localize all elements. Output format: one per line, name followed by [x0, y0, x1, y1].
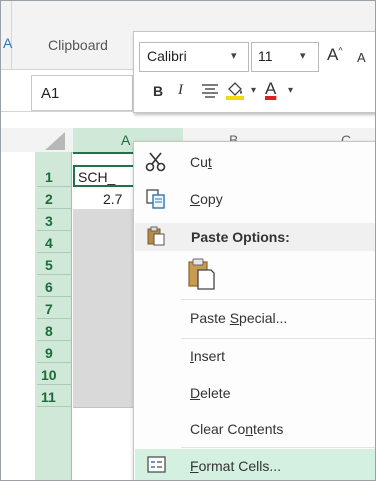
clipboard-paste-icon[interactable]: [187, 257, 215, 291]
menu-item-insert-label: Insert: [190, 348, 226, 364]
row-header-3[interactable]: 3: [37, 209, 71, 231]
paste-options-label: Paste Options:: [191, 229, 290, 245]
menu-separator: [181, 299, 375, 300]
font-size-value: 11: [258, 48, 273, 64]
italic-button[interactable]: I: [178, 82, 183, 99]
font-name-dropdown-icon[interactable]: ▾: [231, 49, 237, 62]
bold-button[interactable]: B: [153, 83, 163, 99]
select-all-corner[interactable]: [45, 132, 65, 150]
menu-item-copy-label: Copy: [190, 191, 223, 207]
row-header-8[interactable]: 8: [37, 319, 71, 341]
row-header-1[interactable]: 1: [37, 165, 71, 187]
column-a-label: A: [121, 132, 131, 148]
scissors-icon: [145, 152, 166, 172]
row-header-9[interactable]: 9: [37, 341, 71, 363]
ribbon-left-letter: A: [3, 35, 13, 51]
menu-separator: [181, 338, 375, 339]
name-box-value: A1: [41, 85, 60, 102]
row-header-6[interactable]: 6: [37, 275, 71, 297]
font-name-value: Calibri: [147, 48, 187, 64]
row-header-4[interactable]: 4: [37, 231, 71, 253]
row-header-2[interactable]: 2: [37, 187, 71, 209]
row-header-10[interactable]: 10: [37, 363, 71, 385]
copy-icon: [146, 189, 165, 209]
fill-color-dropdown-icon[interactable]: ▾: [251, 85, 256, 96]
font-size-dropdown-icon[interactable]: ▾: [300, 49, 306, 62]
menu-item-paste-special-label: Paste Special...: [190, 310, 288, 326]
format-cells-icon: [147, 456, 166, 473]
menu-item-copy[interactable]: [135, 183, 375, 217]
cell-a2-value: 2.7: [103, 191, 123, 207]
row-header-5[interactable]: 5: [37, 253, 71, 275]
paste-icon: [147, 226, 165, 246]
menu-item-insert[interactable]: [135, 341, 375, 375]
menu-item-delete[interactable]: [135, 377, 375, 411]
center-align-icon[interactable]: [201, 83, 219, 99]
font-color-button[interactable]: A: [265, 79, 276, 99]
clipboard-group-label: Clipboard: [48, 37, 108, 53]
fill-color-icon[interactable]: [225, 81, 245, 101]
grid-left-margin: [1, 152, 35, 480]
row-header-7[interactable]: 7: [37, 297, 71, 319]
cell-a1-value: SCH_: [78, 169, 116, 185]
font-color-dropdown-icon[interactable]: ▾: [288, 85, 293, 96]
menu-item-cut[interactable]: [135, 147, 375, 181]
shrink-font-button[interactable]: A: [357, 50, 366, 65]
menu-item-format-cells-label: Format Cells...: [190, 458, 282, 474]
menu-item-delete-label: Delete: [190, 385, 231, 401]
menu-item-cut-label: Cut: [190, 154, 212, 170]
menu-separator: [181, 447, 375, 448]
row-header-11[interactable]: 11: [37, 385, 71, 407]
menu-item-clear-contents-label: Clear Contents: [190, 421, 284, 437]
excel-window: A Clipboard A1 A B C 1 2 3 4 5 6 7 8 9 1…: [0, 0, 376, 481]
grow-font-button[interactable]: A^: [327, 45, 343, 65]
